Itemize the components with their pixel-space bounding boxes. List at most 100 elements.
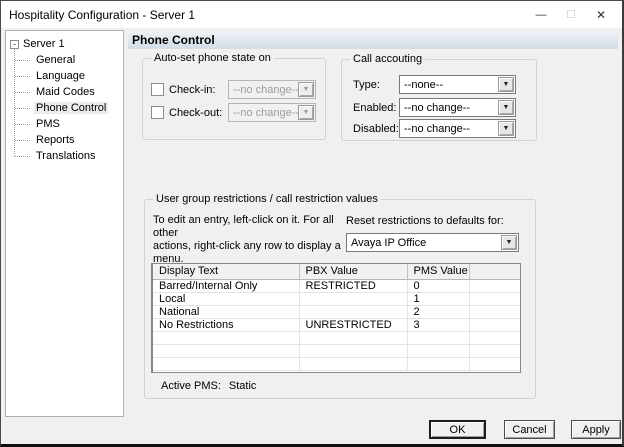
page-title-text: Phone Control bbox=[132, 33, 215, 47]
tree-item-maid-codes[interactable]: Maid Codes bbox=[6, 84, 123, 100]
disabled-label: Disabled: bbox=[353, 123, 399, 135]
tree-node-server1[interactable]: - Server 1 bbox=[6, 36, 123, 52]
active-pms-value: Static bbox=[229, 380, 257, 392]
cell-empty bbox=[407, 357, 469, 370]
cell-empty bbox=[469, 279, 520, 292]
tree-item-label: Maid Codes bbox=[34, 86, 97, 98]
page-title: Phone Control bbox=[128, 31, 618, 49]
active-pms-label: Active PMS: bbox=[161, 380, 221, 392]
tree-item-label: Language bbox=[34, 70, 87, 82]
check-out-combobox-value: --no change-- bbox=[229, 107, 298, 119]
cell-display-text[interactable]: Barred/Internal Only bbox=[153, 279, 299, 292]
cell-empty bbox=[153, 357, 299, 370]
active-pms-status: Active PMS: Static bbox=[161, 380, 256, 392]
cell-display-text[interactable]: No Restrictions bbox=[153, 318, 299, 331]
table-row[interactable]: No Restrictions UNRESTRICTED 3 bbox=[153, 318, 520, 331]
tree-item-label: Translations bbox=[34, 150, 98, 162]
cell-empty bbox=[299, 344, 407, 357]
cell-empty bbox=[299, 357, 407, 370]
tree-item-label: General bbox=[34, 54, 77, 66]
cancel-button[interactable]: Cancel bbox=[504, 420, 555, 439]
check-in-combobox-value: --no change-- bbox=[229, 84, 298, 96]
cell-pbx-value[interactable] bbox=[299, 292, 407, 305]
table-row-empty[interactable] bbox=[153, 344, 520, 357]
cell-empty bbox=[407, 331, 469, 344]
type-combobox-value: --none-- bbox=[400, 79, 498, 91]
cell-empty bbox=[469, 331, 520, 344]
table-row[interactable]: Local 1 bbox=[153, 292, 520, 305]
titlebar[interactable]: Hospitality Configuration - Server 1 — ☐… bbox=[1, 1, 622, 28]
cell-pbx-value[interactable] bbox=[299, 305, 407, 318]
edit-instructions-text: To edit an entry, left-click on it. For … bbox=[153, 214, 343, 266]
column-header-display-text[interactable]: Display Text bbox=[153, 264, 299, 279]
column-header-pms-value[interactable]: PMS Value bbox=[407, 264, 469, 279]
table-row-empty[interactable] bbox=[153, 331, 520, 344]
cell-pms-value[interactable]: 2 bbox=[407, 305, 469, 318]
check-in-combobox: --no change-- ▼ bbox=[228, 80, 316, 99]
type-combobox[interactable]: --none-- ▼ bbox=[399, 75, 516, 94]
maximize-icon: ☐ bbox=[556, 4, 586, 26]
tree-item-reports[interactable]: Reports bbox=[6, 132, 123, 148]
cell-display-text[interactable]: Local bbox=[153, 292, 299, 305]
restrictions-table[interactable]: Display Text PBX Value PMS Value Barred/… bbox=[151, 263, 521, 373]
tree-item-pms[interactable]: PMS bbox=[6, 116, 123, 132]
group-title: User group restrictions / call restricti… bbox=[153, 193, 381, 205]
chevron-down-icon[interactable]: ▼ bbox=[498, 77, 514, 92]
table-row-empty[interactable] bbox=[153, 357, 520, 370]
cell-empty bbox=[469, 292, 520, 305]
disabled-combobox[interactable]: --no change-- ▼ bbox=[399, 119, 516, 138]
chevron-down-icon: ▼ bbox=[298, 82, 314, 97]
cell-empty bbox=[469, 357, 520, 370]
table-row[interactable]: Barred/Internal Only RESTRICTED 0 bbox=[153, 279, 520, 292]
tree-item-general[interactable]: General bbox=[6, 52, 123, 68]
apply-button[interactable]: Apply bbox=[571, 420, 621, 439]
tree-item-label: Reports bbox=[34, 134, 77, 146]
type-label: Type: bbox=[353, 79, 380, 91]
instructions-line1: To edit an entry, left-click on it. For … bbox=[153, 214, 343, 240]
check-out-checkbox[interactable] bbox=[151, 106, 164, 119]
close-icon[interactable]: ✕ bbox=[586, 4, 616, 26]
cell-pms-value[interactable]: 1 bbox=[407, 292, 469, 305]
cell-empty bbox=[153, 331, 299, 344]
group-title: Auto-set phone state on bbox=[151, 52, 274, 64]
tree-item-label: Phone Control bbox=[34, 102, 108, 114]
check-out-combobox: --no change-- ▼ bbox=[228, 103, 316, 122]
chevron-down-icon[interactable]: ▼ bbox=[498, 100, 514, 115]
tree-item-translations[interactable]: Translations bbox=[6, 148, 123, 164]
cell-pbx-value[interactable]: UNRESTRICTED bbox=[299, 318, 407, 331]
navigation-tree: - Server 1 General Language Maid Codes P… bbox=[5, 30, 124, 417]
hospitality-configuration-dialog: Hospitality Configuration - Server 1 — ☐… bbox=[0, 0, 624, 447]
cell-empty bbox=[407, 344, 469, 357]
chevron-down-icon[interactable]: ▼ bbox=[498, 121, 514, 136]
enabled-combobox-value: --no change-- bbox=[400, 102, 498, 114]
reset-defaults-combobox-value: Avaya IP Office bbox=[347, 237, 501, 249]
check-in-checkbox[interactable] bbox=[151, 83, 164, 96]
tree-item-language[interactable]: Language bbox=[6, 68, 123, 84]
column-header-pbx-value[interactable]: PBX Value bbox=[299, 264, 407, 279]
table-row[interactable]: National 2 bbox=[153, 305, 520, 318]
chevron-down-icon[interactable]: ▼ bbox=[501, 235, 517, 250]
cell-pms-value[interactable]: 0 bbox=[407, 279, 469, 292]
enabled-combobox[interactable]: --no change-- ▼ bbox=[399, 98, 516, 117]
minimize-icon[interactable]: — bbox=[526, 4, 556, 26]
cell-display-text[interactable]: National bbox=[153, 305, 299, 318]
enabled-label: Enabled: bbox=[353, 102, 396, 114]
tree-item-phone-control[interactable]: Phone Control bbox=[6, 100, 123, 116]
tree-children: General Language Maid Codes Phone Contro… bbox=[6, 52, 123, 164]
cell-empty bbox=[469, 318, 520, 331]
cell-pbx-value[interactable]: RESTRICTED bbox=[299, 279, 407, 292]
auto-set-phone-state-group: Auto-set phone state on bbox=[142, 58, 326, 140]
ok-button[interactable]: OK bbox=[429, 420, 486, 439]
cell-empty bbox=[299, 331, 407, 344]
chevron-down-icon: ▼ bbox=[298, 105, 314, 120]
tree-node-server1-label[interactable]: Server 1 bbox=[23, 38, 65, 50]
caption-buttons: — ☐ ✕ bbox=[526, 1, 616, 28]
disabled-combobox-value: --no change-- bbox=[400, 123, 498, 135]
cell-empty bbox=[469, 305, 520, 318]
cell-pms-value[interactable]: 3 bbox=[407, 318, 469, 331]
table-header-row: Display Text PBX Value PMS Value bbox=[153, 264, 520, 279]
check-out-label: Check-out: bbox=[169, 107, 222, 119]
cell-empty bbox=[153, 344, 299, 357]
column-header-empty bbox=[469, 264, 520, 279]
reset-defaults-combobox[interactable]: Avaya IP Office ▼ bbox=[346, 233, 519, 252]
